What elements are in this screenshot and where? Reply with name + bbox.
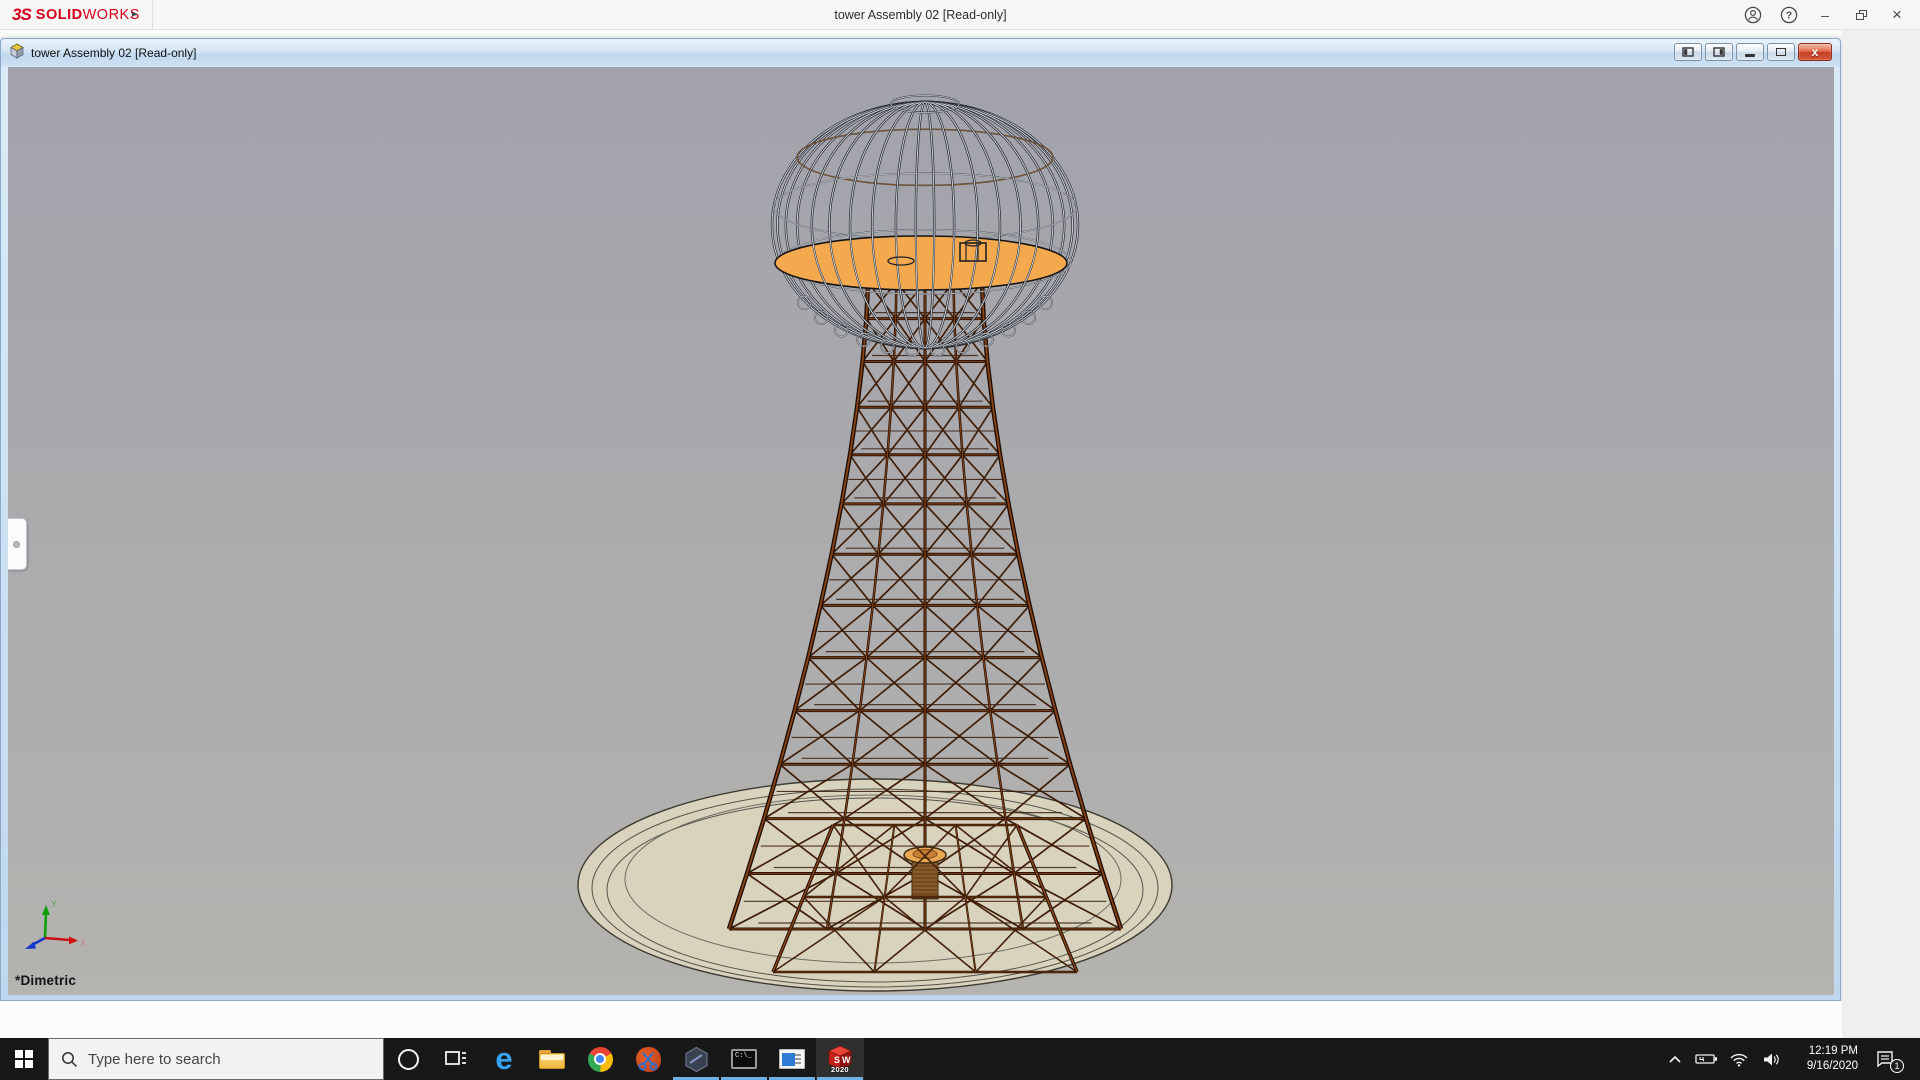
app-title: tower Assembly 02 [Read-only] [0, 0, 1841, 30]
restore-icon[interactable] [1846, 2, 1876, 28]
taskbar-item-snip[interactable] [624, 1038, 672, 1080]
scissors-icon [636, 1047, 661, 1072]
doc-restore-button[interactable] [1767, 43, 1795, 61]
search-input[interactable] [88, 1051, 358, 1068]
app-logo[interactable]: 3S SOLID WORKS [12, 4, 140, 26]
svg-text:X: X [80, 938, 86, 948]
taskbar-clock[interactable]: 12:19 PM 9/16/2020 [1788, 1044, 1862, 1074]
pane-right-button[interactable] [1705, 43, 1733, 61]
document-title: tower Assembly 02 [Read-only] [31, 46, 196, 60]
notification-badge: 1 [1890, 1059, 1904, 1073]
taskbar-item-media-viewer[interactable] [768, 1038, 816, 1080]
start-button[interactable] [0, 1038, 48, 1080]
app-background [1842, 30, 1920, 1038]
taskbar-search[interactable] [48, 1038, 384, 1080]
taskbar-item-task-view[interactable] [432, 1038, 480, 1080]
tower-assembly-model: YX [8, 67, 1834, 995]
cortana-icon [398, 1049, 419, 1070]
svg-text:Y: Y [51, 899, 57, 909]
splitter-handle[interactable] [8, 518, 27, 570]
windows-logo-icon [15, 1050, 33, 1068]
minimize-icon[interactable]: – [1810, 2, 1840, 28]
search-icon [61, 1051, 78, 1068]
command-prompt-icon: C:\_ [731, 1049, 757, 1069]
svg-text:?: ? [1786, 10, 1792, 22]
divider [152, 0, 153, 29]
taskbar-item-cortana[interactable] [384, 1038, 432, 1080]
splitter-dot-icon [13, 541, 20, 548]
view-orientation-label: *Dimetric [15, 973, 76, 988]
close-icon[interactable]: × [1882, 2, 1912, 28]
taskbar-item-file-explorer[interactable] [528, 1038, 576, 1080]
taskbar-item-command-prompt[interactable]: C:\_ [720, 1038, 768, 1080]
media-viewer-icon [779, 1049, 805, 1069]
edrawings-hexagon-icon [683, 1046, 710, 1073]
tray-chevron-up-icon[interactable] [1660, 1038, 1690, 1080]
taskbar-item-edge[interactable]: e [480, 1038, 528, 1080]
user-account-icon[interactable] [1738, 2, 1768, 28]
desktop: 3S SOLID WORKS ▸ tower Assembly 02 [Read… [0, 0, 1920, 1080]
solidworks-3s-icon: 3S [12, 5, 31, 25]
document-window: tower Assembly 02 [Read-only] x YX *Dime… [0, 38, 1841, 1001]
tray-date: 9/16/2020 [1788, 1059, 1858, 1074]
doc-close-button[interactable]: x [1798, 43, 1832, 61]
windows-taskbar: e C:\_ SW 2020 [0, 1038, 1920, 1080]
doc-minimize-button[interactable] [1736, 43, 1764, 61]
tray-time: 12:19 PM [1788, 1044, 1858, 1059]
pane-left-button[interactable] [1674, 43, 1702, 61]
edge-icon: e [495, 1044, 512, 1074]
help-icon[interactable]: ? [1774, 2, 1804, 28]
svg-text:S: S [834, 1055, 840, 1065]
app-titlebar: 3S SOLID WORKS ▸ tower Assembly 02 [Read… [0, 0, 1920, 30]
taskbar-item-solidworks[interactable]: SW 2020 [816, 1038, 864, 1080]
document-titlebar[interactable]: tower Assembly 02 [Read-only] x [1, 39, 1840, 67]
taskbar-item-chrome[interactable] [576, 1038, 624, 1080]
svg-text:W: W [842, 1055, 851, 1065]
taskbar-item-edrawings[interactable] [672, 1038, 720, 1080]
battery-icon[interactable] [1692, 1038, 1722, 1080]
assembly-icon [9, 43, 25, 64]
solidworks-icon: SW 2020 [825, 1044, 855, 1074]
wifi-icon[interactable] [1724, 1038, 1754, 1080]
logo-expand-icon[interactable]: ▸ [132, 7, 138, 20]
app-background [0, 1001, 1842, 1038]
volume-icon[interactable] [1756, 1038, 1786, 1080]
file-explorer-icon [539, 1050, 565, 1069]
action-center-icon[interactable]: 1 [1864, 1038, 1908, 1080]
task-view-icon [444, 1049, 468, 1069]
3d-viewport[interactable]: YX *Dimetric [8, 67, 1834, 995]
chrome-icon [588, 1047, 613, 1072]
